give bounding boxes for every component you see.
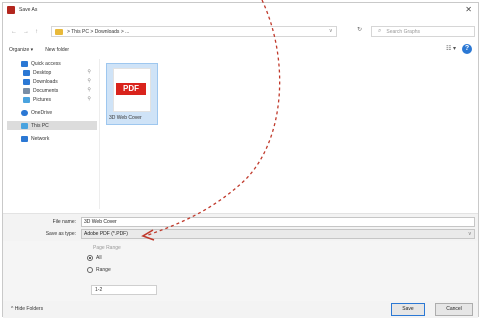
command-bar: Organize ▾ New folder ☷ ▾ ? bbox=[3, 44, 478, 56]
chevron-down-icon[interactable]: v bbox=[330, 28, 333, 34]
file-name-field[interactable]: 3D Web Cover bbox=[81, 216, 475, 227]
navigation-bar: ← → ↑ > This PC > Downloads > ... v ↻ ⌕ … bbox=[3, 25, 478, 39]
address-bar[interactable]: > This PC > Downloads > ... v bbox=[51, 26, 337, 37]
sidebar-item-pictures[interactable]: Pictures ⚲ bbox=[7, 95, 97, 104]
pin-icon[interactable]: ⚲ bbox=[87, 96, 91, 102]
save-type-label: Save as type: bbox=[45, 230, 76, 237]
desktop-icon bbox=[23, 69, 30, 76]
page-range-heading: Page Range bbox=[93, 245, 121, 251]
forward-arrow-icon[interactable]: → bbox=[23, 29, 29, 35]
file-name-row: File name: 3D Web Cover bbox=[3, 216, 478, 227]
sidebar-item-network[interactable]: Network bbox=[7, 134, 97, 143]
title-bar: Save As ✕ bbox=[3, 3, 478, 17]
save-type-row: Save as type: Adobe PDF (*.PDF) v bbox=[3, 228, 478, 239]
radio-range[interactable]: Range bbox=[87, 267, 111, 273]
sidebar-item-desktop[interactable]: Desktop ⚲ bbox=[7, 68, 97, 77]
save-form: File name: 3D Web Cover Save as type: Ad… bbox=[3, 213, 478, 241]
breadcrumb[interactable]: > This PC > Downloads > ... bbox=[67, 29, 129, 35]
file-list: PDF 3D Web Cover bbox=[99, 59, 477, 209]
chevron-down-icon: v bbox=[468, 230, 472, 237]
pdf-file-icon: PDF bbox=[113, 68, 151, 112]
file-name-label: 3D Web Cover bbox=[109, 115, 142, 121]
page-range-options: Page Range All Range 1-2 bbox=[3, 241, 478, 301]
sidebar-item-downloads[interactable]: Downloads ⚲ bbox=[7, 77, 97, 86]
page-range-input[interactable]: 1-2 bbox=[91, 285, 157, 295]
refresh-icon[interactable]: ↻ bbox=[357, 26, 362, 33]
help-icon[interactable]: ? bbox=[462, 44, 472, 54]
back-arrow-icon[interactable]: ← bbox=[11, 29, 17, 35]
new-folder-button[interactable]: New folder bbox=[45, 47, 69, 53]
sidebar-item-this-pc[interactable]: This PC bbox=[7, 121, 97, 130]
folder-icon bbox=[55, 28, 63, 35]
radio-button-checked[interactable] bbox=[87, 255, 93, 261]
hide-folders-toggle[interactable]: ^ Hide Folders bbox=[11, 306, 43, 312]
file-name-label: File name: bbox=[52, 218, 76, 225]
radio-button[interactable] bbox=[87, 267, 93, 273]
search-icon: ⌕ bbox=[378, 28, 382, 34]
navigation-pane: Quick access Desktop ⚲ Downloads ⚲ Docum… bbox=[7, 59, 97, 209]
cancel-button[interactable]: Cancel bbox=[435, 303, 473, 316]
network-icon bbox=[21, 135, 28, 142]
search-placeholder: Search Graphs bbox=[386, 28, 421, 35]
sidebar-item-documents[interactable]: Documents ⚲ bbox=[7, 86, 97, 95]
radio-all[interactable]: All bbox=[87, 255, 102, 261]
organize-menu[interactable]: Organize ▾ bbox=[9, 47, 33, 53]
cloud-icon bbox=[21, 109, 28, 116]
file-item[interactable]: PDF 3D Web Cover bbox=[106, 63, 158, 125]
save-type-select[interactable]: Adobe PDF (*.PDF) v bbox=[81, 228, 475, 239]
close-icon[interactable]: ✕ bbox=[465, 5, 472, 14]
pin-icon[interactable]: ⚲ bbox=[87, 78, 91, 84]
view-options-icon[interactable]: ☷ ▾ bbox=[446, 45, 456, 52]
pdf-badge: PDF bbox=[116, 83, 146, 95]
dialog-footer: ^ Hide Folders Save Cancel bbox=[3, 301, 478, 318]
window-title: Save As bbox=[19, 7, 38, 13]
download-icon bbox=[23, 78, 30, 85]
sidebar-item-onedrive[interactable]: OneDrive bbox=[7, 108, 97, 117]
search-input[interactable]: ⌕ Search Graphs bbox=[371, 26, 475, 37]
computer-icon bbox=[21, 122, 28, 129]
save-button[interactable]: Save bbox=[391, 303, 425, 316]
up-arrow-icon[interactable]: ↑ bbox=[35, 29, 38, 35]
app-icon bbox=[7, 6, 15, 14]
save-type-value: Adobe PDF (*.PDF) bbox=[84, 230, 128, 237]
save-as-dialog: Save As ✕ ← → ↑ > This PC > Downloads > … bbox=[2, 2, 479, 318]
pin-icon[interactable]: ⚲ bbox=[87, 87, 91, 93]
pictures-icon bbox=[23, 96, 30, 103]
sidebar-item-quick-access[interactable]: Quick access bbox=[7, 59, 97, 68]
star-icon bbox=[21, 60, 28, 67]
document-icon bbox=[23, 87, 30, 94]
pin-icon[interactable]: ⚲ bbox=[87, 69, 91, 75]
